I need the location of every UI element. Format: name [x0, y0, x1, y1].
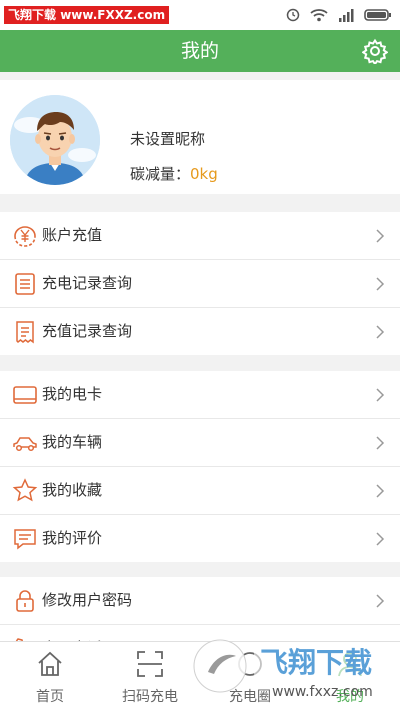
chevron-right-icon — [376, 277, 385, 291]
menu-item-my-reviews[interactable]: 我的评价 — [0, 515, 400, 562]
chevron-right-icon — [376, 484, 385, 498]
chevron-right-icon — [376, 229, 385, 243]
status-icons — [286, 6, 392, 24]
menu-label: 我的车辆 — [42, 433, 103, 451]
chevron-right-icon — [376, 532, 385, 546]
menu-group-recharge: 账户充值 充电记录查询 充值记录查询 — [0, 212, 400, 355]
watermark-url: www.FXXZ.com — [60, 8, 166, 22]
status-bar: 飞翔下载 www.FXXZ.com — [0, 0, 400, 30]
menu-label: 我的电卡 — [42, 385, 103, 403]
tab-label: 首页 — [36, 689, 64, 705]
chevron-right-icon — [376, 594, 385, 608]
card-icon — [13, 386, 37, 404]
tab-scan-charge[interactable]: 扫码充电 — [100, 642, 200, 712]
menu-label: 修改用户密码 — [42, 591, 133, 609]
menu-label: 我的收藏 — [42, 481, 103, 499]
carbon-label: 碳减量： — [130, 165, 191, 183]
gear-icon[interactable] — [362, 38, 388, 64]
menu-group-personal: 我的电卡 我的车辆 我的收藏 我的评价 — [0, 371, 400, 562]
tab-home[interactable]: 首页 — [0, 642, 100, 712]
menu-item-change-password[interactable]: 修改用户密码 — [0, 577, 400, 625]
alarm-icon — [286, 8, 300, 22]
overlay-url: www.fxxz.com — [272, 684, 373, 700]
watermark-site: 飞翔下载 — [8, 8, 57, 22]
watermark-overlay: 飞翔下载 www.fxxz.com — [193, 639, 394, 700]
tab-label: 扫码充电 — [122, 689, 178, 705]
menu-item-my-vehicles[interactable]: 我的车辆 — [0, 419, 400, 467]
wifi-icon — [310, 9, 328, 22]
overlay-brand: 飞翔下载 — [260, 646, 372, 679]
lock-icon — [16, 590, 34, 612]
menu-item-recharge-records[interactable]: 充值记录查询 — [0, 308, 400, 355]
app-header: 我的 — [0, 30, 400, 72]
home-icon — [38, 651, 62, 676]
page-title: 我的 — [180, 40, 219, 62]
battery-icon — [364, 9, 391, 21]
comment-icon — [14, 529, 36, 550]
carbon-value: 0kg — [190, 165, 218, 183]
menu-label: 我的评价 — [42, 529, 103, 547]
avatar-illustration — [10, 95, 100, 185]
carbon-reduction: 碳减量：0kg — [130, 163, 218, 184]
avatar[interactable] — [10, 95, 100, 185]
chevron-right-icon — [376, 388, 385, 402]
record-list-icon — [15, 273, 35, 295]
menu-item-my-card[interactable]: 我的电卡 — [0, 371, 400, 419]
menu-label: 充电记录查询 — [42, 274, 133, 292]
menu-item-my-favorites[interactable]: 我的收藏 — [0, 467, 400, 515]
yuan-coin-icon — [14, 226, 36, 247]
signal-icon — [339, 9, 354, 22]
chevron-right-icon — [376, 436, 385, 450]
menu-label: 充值记录查询 — [42, 322, 133, 340]
car-icon — [13, 437, 37, 452]
menu-item-charge-records[interactable]: 充电记录查询 — [0, 260, 400, 308]
scan-icon — [137, 651, 163, 677]
menu-item-account-recharge[interactable]: 账户充值 — [0, 212, 400, 260]
watermark-badge: 飞翔下载 www.FXXZ.com — [4, 6, 170, 24]
receipt-icon — [16, 321, 34, 344]
menu-label: 账户充值 — [42, 226, 103, 244]
chevron-right-icon — [376, 325, 385, 339]
nickname: 未设置昵称 — [130, 130, 206, 148]
star-icon — [12, 478, 38, 502]
